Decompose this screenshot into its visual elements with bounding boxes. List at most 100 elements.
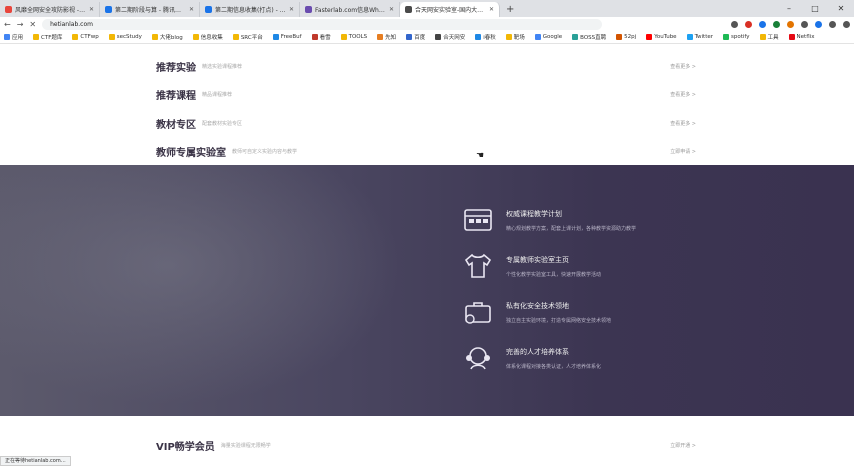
close-icon[interactable]: ✕	[389, 6, 394, 13]
bookmark-item[interactable]: spotify	[723, 34, 750, 40]
feature-title: 专属教师实验室主页	[506, 255, 569, 264]
briefcase-icon	[462, 296, 494, 328]
tab-bar: 风靡全网安全攻防影视 - 网络安…✕ 第二期阶段与算 - 腾讯文档✕ 第二期信息…	[0, 0, 854, 17]
extension-icon[interactable]	[745, 20, 752, 28]
extension-icon[interactable]	[759, 20, 766, 28]
extension-icon[interactable]	[801, 20, 808, 28]
minimize-icon[interactable]: –	[776, 0, 802, 17]
section-row: 教材专区 配套教材实验专区 查看更多 >	[156, 109, 696, 138]
view-more-link[interactable]: 立即开通 >	[670, 442, 696, 449]
site-icon	[616, 34, 623, 40]
youtube-icon	[646, 34, 653, 40]
view-more-link[interactable]: 查看更多 >	[670, 91, 696, 98]
folder-icon	[4, 34, 10, 40]
extension-icon[interactable]	[731, 20, 738, 28]
section-title: 教材专区	[156, 119, 196, 131]
site-icon	[406, 34, 413, 40]
stop-loading-icon[interactable]: ✕	[29, 20, 36, 29]
bookmark-item[interactable]: 百度	[406, 33, 425, 41]
browser-tab[interactable]: 风靡全网安全攻防影视 - 网络安…✕	[0, 2, 100, 17]
tab-label: 第二期信息收集(打点) - 腾讯文档	[215, 7, 286, 14]
bookmark-item[interactable]: 52pj	[616, 34, 636, 40]
close-icon[interactable]: ✕	[89, 6, 94, 13]
section-list: 推荐实验 精选实验课程推荐 查看更多 > 推荐课程 精品课程推荐 查看更多 > …	[156, 52, 696, 166]
bookmark-item[interactable]: i春秋	[475, 33, 496, 41]
bookmark-item[interactable]: TOOLS	[340, 34, 367, 40]
bookmark-item[interactable]: SRC平台	[232, 33, 263, 41]
maximize-icon[interactable]: □	[802, 0, 828, 17]
bookmark-item[interactable]: CTFwp	[72, 34, 99, 40]
twitter-icon	[686, 34, 693, 40]
netflix-icon	[788, 34, 795, 40]
bookmark-item[interactable]: 工具	[759, 33, 779, 41]
bookmark-item[interactable]: 靶场	[505, 33, 525, 41]
folder-icon	[192, 34, 199, 40]
extension-icon[interactable]	[815, 20, 822, 28]
site-icon	[572, 34, 579, 40]
extension-icon[interactable]	[787, 20, 794, 28]
feature-title: 私有化安全技术领地	[506, 301, 569, 310]
site-icon	[435, 34, 442, 40]
browser-tab[interactable]: 第二期信息收集(打点) - 腾讯文档✕	[200, 2, 300, 17]
site-icon	[377, 34, 384, 40]
extension-icon[interactable]	[773, 20, 780, 28]
google-icon	[534, 34, 541, 40]
tab-favicon	[205, 6, 212, 13]
browser-tab-active[interactable]: 合天网安实验室-国内大型MOOC…✕	[400, 2, 500, 17]
bookmark-item[interactable]: FreeBuf	[272, 34, 302, 40]
tab-label: Fasterlab.com信息Whoami…	[315, 7, 386, 14]
bookmark-item[interactable]: 大佬blog	[151, 33, 183, 41]
bookmark-item[interactable]: BOSS直聘	[572, 33, 606, 41]
feature-title: 权威课程教学计划	[506, 209, 562, 218]
section-title: VIP畅学会员	[156, 442, 215, 453]
folder-icon	[505, 34, 512, 40]
profile-avatar[interactable]	[829, 20, 836, 28]
tab-label: 第二期阶段与算 - 腾讯文档	[115, 7, 186, 14]
extensions-bar	[731, 20, 850, 28]
new-tab-button[interactable]: +	[500, 2, 520, 17]
calendar-icon	[462, 204, 494, 236]
bookmark-item[interactable]: CTF题库	[33, 33, 62, 41]
bookmark-item[interactable]: Google	[534, 34, 562, 40]
bookmark-item[interactable]: 看雪	[311, 33, 331, 41]
tab-label: 风靡全网安全攻防影视 - 网络安…	[15, 7, 86, 14]
bookmark-item[interactable]: Twitter	[686, 34, 713, 40]
back-icon[interactable]: ←	[4, 20, 11, 29]
close-window-icon[interactable]: ✕	[828, 0, 854, 17]
browser-tab[interactable]: 第二期阶段与算 - 腾讯文档 ✕	[100, 2, 200, 17]
menu-icon[interactable]	[843, 20, 850, 28]
spotify-icon	[723, 34, 730, 40]
bookmark-item[interactable]: Netflix	[788, 34, 814, 40]
folder-icon	[33, 34, 40, 40]
forward-icon[interactable]: →	[17, 20, 24, 29]
bookmark-item[interactable]: YouTube	[646, 34, 677, 40]
bookmark-item[interactable]: secStudy	[108, 34, 142, 40]
vip-section-row: VIP畅学会员 海量实验课程无限畅学 立即开通 >	[156, 438, 696, 453]
feature-item: 专属教师实验室主页 个性化教学实验室工具，快速开展教学活动	[462, 250, 742, 282]
view-more-link[interactable]: 查看更多 >	[670, 120, 696, 127]
close-icon[interactable]: ✕	[289, 6, 294, 13]
section-subtitle: 精选实验课程推荐	[202, 63, 243, 70]
view-more-link[interactable]: 查看更多 >	[670, 63, 696, 70]
section-title: 推荐课程	[156, 91, 196, 103]
url-input[interactable]: hetianlab.com	[42, 18, 603, 30]
bookmark-item[interactable]: 合天网安	[435, 33, 465, 41]
window-controls: – □ ✕	[776, 0, 854, 17]
feature-item: 完善的人才培养体系 体系化课程对接各类认证，人才培养体系化	[462, 342, 742, 374]
close-icon[interactable]: ✕	[189, 6, 194, 13]
tab-label: 合天网安实验室-国内大型MOOC…	[415, 7, 486, 14]
site-icon	[311, 34, 318, 40]
bookmark-item[interactable]: 信息收集	[192, 33, 223, 41]
feature-desc: 独立自主实验环境，打造专属网络安全技术领地	[506, 317, 612, 324]
close-icon[interactable]: ✕	[489, 6, 494, 13]
bookmark-item[interactable]: 应用	[4, 33, 23, 41]
apply-link[interactable]: 立即申请 >	[670, 148, 696, 155]
browser-tab[interactable]: Fasterlab.com信息Whoami…✕	[300, 2, 400, 17]
status-bar: 正在等待hetianlab.com…	[0, 456, 71, 466]
bookmark-item[interactable]: 先知	[377, 33, 396, 41]
section-row: 推荐课程 精品课程推荐 查看更多 >	[156, 81, 696, 110]
section-title: 推荐实验	[156, 62, 196, 74]
section-row: 教师专属实验室 教师可自定义实验内容与教学 立即申请 >	[156, 138, 696, 167]
people-icon	[462, 342, 494, 374]
section-subtitle: 精品课程推荐	[202, 92, 233, 99]
